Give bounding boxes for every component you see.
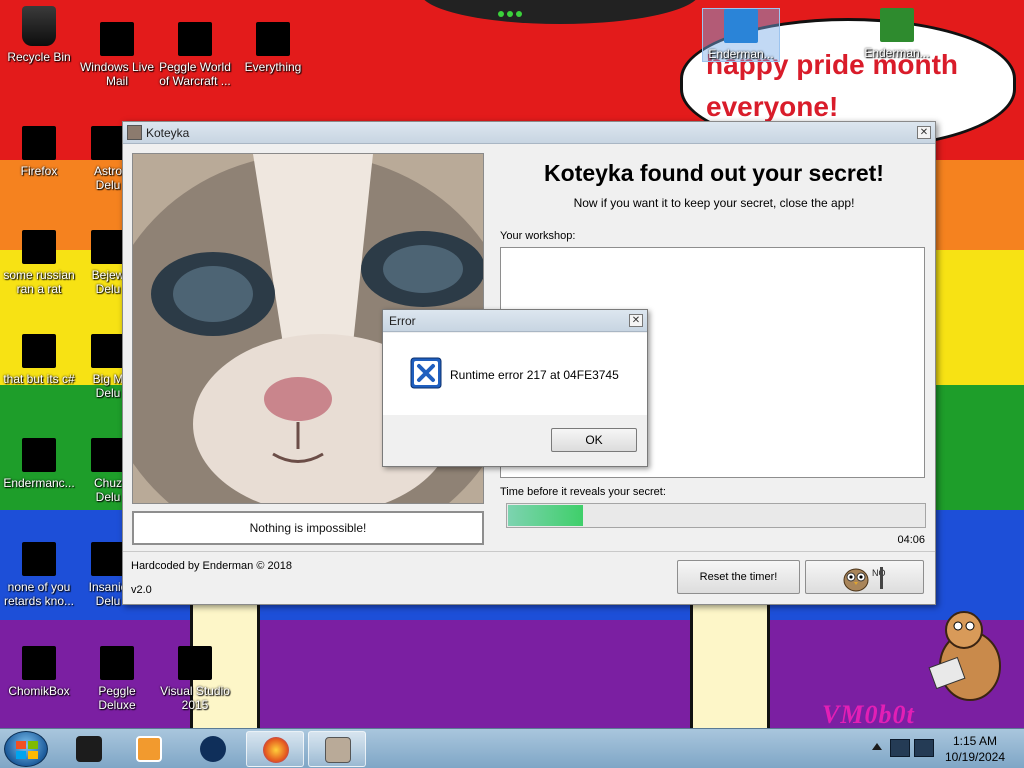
error-message: Runtime error 217 at 04FE3745 [450,368,619,382]
version-text: v2.0 [131,584,152,596]
desktop-icon-enderman-2[interactable]: Enderman... [858,8,936,60]
timer-value: 04:06 [897,534,925,546]
error-dialog-title: Error [389,314,416,328]
windows-orb-icon [16,741,38,759]
error-dialog: Error ✕ Runtime error 217 at 04FE3745 OK [382,309,648,467]
ring-icon [22,542,56,576]
media-player-icon [136,736,162,762]
tray-volume-icon[interactable] [914,739,934,757]
timer-progress-fill [508,505,583,526]
clock-date: 10/19/2024 [944,750,1006,764]
timer-progress-bar [506,503,926,528]
error-dialog-close-button[interactable]: ✕ [629,314,643,327]
game-icon [91,542,125,576]
wallpaper-cartoon-right [690,600,770,728]
wallpaper-signature: VM0b0t [822,700,915,728]
visual-studio-icon [178,646,212,680]
main-heading: Koteyka found out your secret! [544,160,884,186]
game-icon [91,438,125,472]
mail-icon [100,22,134,56]
caption-box: Nothing is impossible! [132,511,484,545]
recycle-bin-icon [22,6,56,46]
black-box-icon [76,736,102,762]
taskbar: 1:15 AM 10/19/2024 [0,728,1024,768]
start-button[interactable] [4,731,48,767]
desktop-icon-that-but-its-csharp[interactable]: that but its c# [0,334,78,386]
footer-divider [123,551,935,552]
koteyka-app-icon [127,125,142,140]
taskbar-item-1[interactable] [60,731,118,767]
tray-network-icon[interactable] [890,739,910,757]
taskbar-clock[interactable]: 1:15 AM 10/19/2024 [938,733,1012,765]
desktop-icon-peggle-deluxe[interactable]: Peggle Deluxe [78,646,156,712]
taskbar-item-3[interactable] [184,731,242,767]
globe-icon [200,736,226,762]
desktop-icon-none-of-you[interactable]: none of you retards kno... [0,542,78,608]
error-dialog-titlebar[interactable]: Error ✕ [383,310,647,332]
windows-stack-icon [22,334,56,368]
wallpaper-blob-dots [498,6,528,17]
desktop-icon-firefox[interactable]: Firefox [0,126,78,178]
error-x-icon [410,357,442,389]
desktop-icon-enderman-1[interactable]: Enderman... [702,8,780,62]
window-titlebar[interactable]: Koteyka ✕ [123,122,935,144]
svg-text:NO: NO [872,568,886,578]
terminal-icon [22,438,56,472]
owl-icon: NO [843,567,886,592]
credit-text: Hardcoded by Enderman © 2018 [131,560,292,572]
desktop-icon-endermanch[interactable]: Endermanc... [0,438,78,490]
tray-overflow-arrow-icon[interactable] [872,743,882,750]
window-close-button[interactable]: ✕ [917,126,931,139]
desktop-icon-peggle-wow[interactable]: Peggle World of Warcraft ... [156,22,234,88]
firefox-icon [22,126,56,160]
taskbar-item-5[interactable] [308,731,366,767]
game-icon [91,126,125,160]
windows-logo-icon [724,9,758,43]
taskbar-item-4[interactable] [246,731,304,767]
clock-time: 1:15 AM [952,734,998,748]
desktop-icon-visual-studio[interactable]: Visual Studio 2015 [156,646,234,712]
desktop-icon-windows-live-mail[interactable]: Windows Live Mail [78,22,156,88]
ok-button[interactable]: OK [551,428,637,452]
subheading: Now if you want it to keep your secret, … [573,196,855,210]
error-dialog-body: Runtime error 217 at 04FE3745 [383,333,647,415]
game-icon [91,334,125,368]
peggle-icon [178,22,212,56]
hamster-reading-icon [928,611,1001,701]
game-icon [91,230,125,264]
timer-label: Time before it reveals your secret: [500,486,666,498]
firefox-icon [263,737,289,763]
document-icon [22,230,56,264]
taskbar-item-2[interactable] [120,731,178,767]
desktop-icon-some-russian-ran-a-rat[interactable]: some russian ran a rat [0,230,78,296]
dragon-icon [880,8,914,42]
hamster-icon [22,646,56,680]
search-icon [256,22,290,56]
window-title: Koteyka [146,126,190,140]
owl-button[interactable]: NO [805,560,924,594]
reset-timer-button[interactable]: Reset the timer! [677,560,800,594]
koteyka-icon [325,737,351,763]
workshop-label: Your workshop: [500,230,576,242]
desktop-icon-chomikbox[interactable]: ChomikBox [0,646,78,698]
peggle-icon [100,646,134,680]
desktop-icon-recycle-bin[interactable]: Recycle Bin [0,6,78,64]
desktop-icon-everything[interactable]: Everything [234,22,312,74]
